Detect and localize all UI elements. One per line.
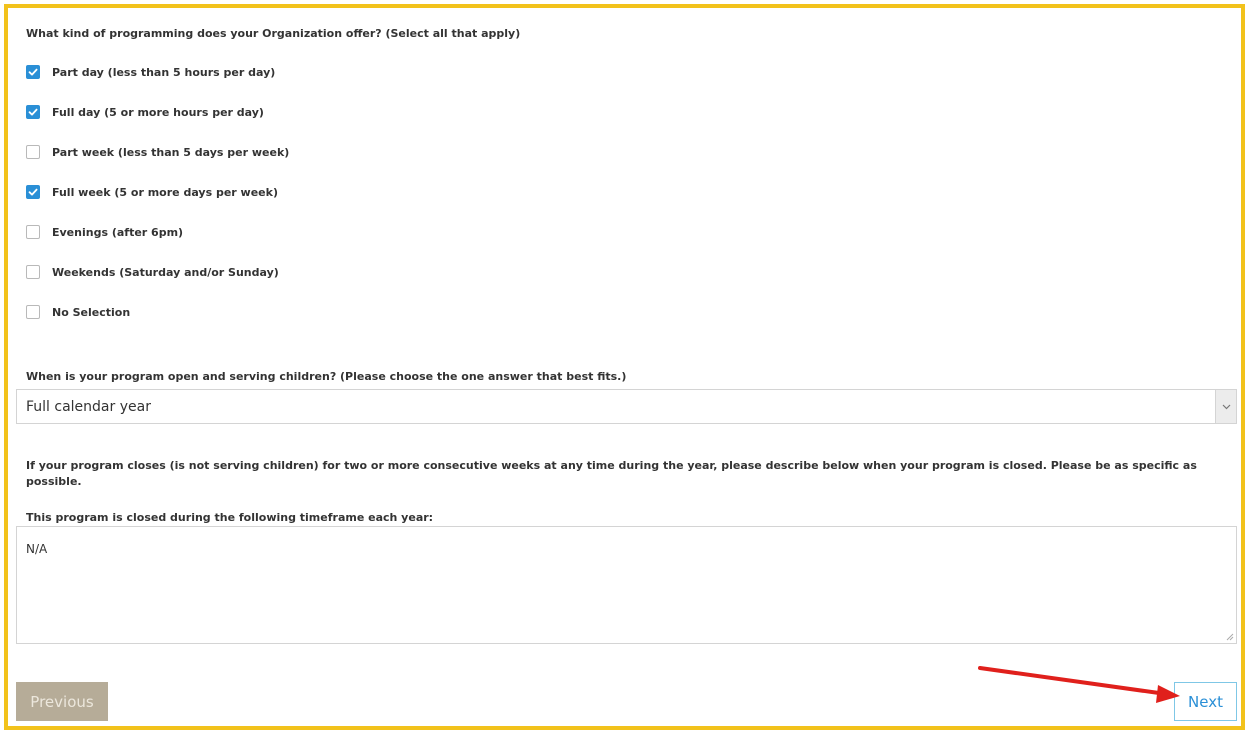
red-arrow-icon [978,666,1180,703]
check-icon [28,68,38,76]
closed-timeframe-label: This program is closed during the follow… [26,511,434,524]
option-evenings[interactable]: Evenings (after 6pm) [26,212,289,252]
resize-handle-icon[interactable] [1224,631,1234,641]
programming-options: Part day (less than 5 hours per day) Ful… [26,52,289,332]
option-label: Full week (5 or more days per week) [52,185,278,199]
textarea-value: N/A [26,542,48,556]
option-label: Weekends (Saturday and/or Sunday) [52,265,279,279]
option-weekends[interactable]: Weekends (Saturday and/or Sunday) [26,252,289,292]
option-label: Part week (less than 5 days per week) [52,145,290,159]
checkbox[interactable] [26,145,40,159]
checkbox[interactable] [26,105,40,119]
option-full-day[interactable]: Full day (5 or more hours per day) [26,92,289,132]
checkbox[interactable] [26,185,40,199]
option-label: No Selection [52,305,131,319]
open-period-select[interactable]: Full calendar year [16,389,1237,424]
option-part-week[interactable]: Part week (less than 5 days per week) [26,132,289,172]
programming-question: What kind of programming does your Organ… [26,27,521,40]
option-no-selection[interactable]: No Selection [26,292,289,332]
check-icon [28,188,38,196]
option-part-day[interactable]: Part day (less than 5 hours per day) [26,52,289,92]
form-panel: What kind of programming does your Organ… [4,4,1245,730]
option-label: Full day (5 or more hours per day) [52,105,264,119]
option-label: Evenings (after 6pm) [52,225,184,239]
check-icon [28,108,38,116]
dropdown-toggle[interactable] [1215,390,1236,423]
closure-question: If your program closes (is not serving c… [26,459,1197,488]
closed-timeframe-textarea[interactable]: N/A [16,526,1237,644]
checkbox[interactable] [26,65,40,79]
checkbox[interactable] [26,225,40,239]
open-question: When is your program open and serving ch… [26,370,627,383]
chevron-down-icon [1222,404,1230,409]
option-full-week[interactable]: Full week (5 or more days per week) [26,172,289,212]
previous-button[interactable]: Previous [16,682,108,721]
select-value: Full calendar year [26,398,151,415]
option-label: Part day (less than 5 hours per day) [52,65,276,79]
checkbox[interactable] [26,265,40,279]
next-button[interactable]: Next [1174,682,1237,721]
checkbox[interactable] [26,305,40,319]
